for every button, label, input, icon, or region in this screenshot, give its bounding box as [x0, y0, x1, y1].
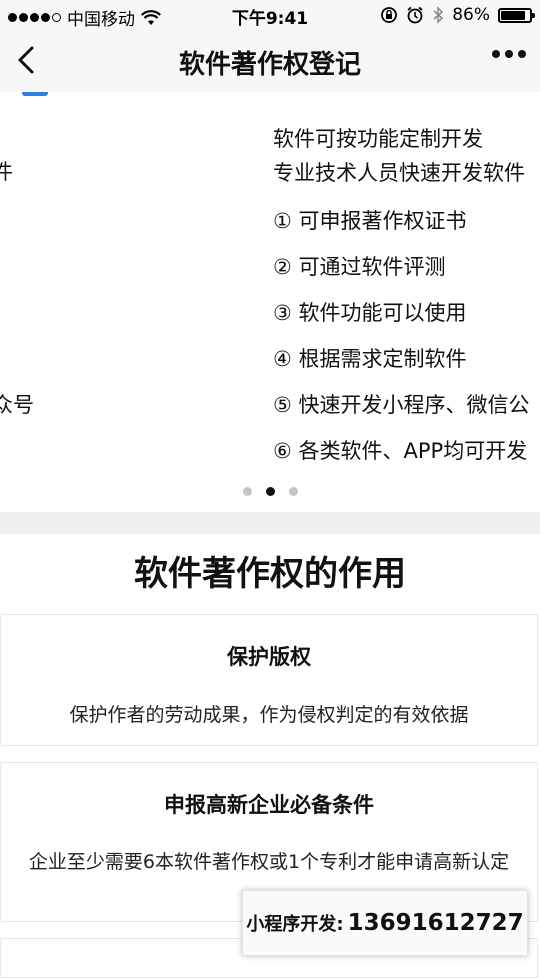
battery-percent: 86%	[452, 5, 490, 25]
more-dots-icon[interactable]	[492, 50, 526, 58]
slide-list-item: ③ 软件功能可以使用	[273, 301, 467, 325]
prev-slide-fragment: 件	[0, 160, 13, 184]
banner-carousel[interactable]: 件 众号 软件可按功能定制开发 专业技术人员快速开发软件 ① 可申报著作权证书 …	[0, 92, 540, 512]
card-title: 保护版权	[227, 645, 311, 669]
slide-list-item: ⑤ 快速开发小程序、微信公	[273, 393, 530, 417]
slide-intro-line: 专业技术人员快速开发软件	[273, 161, 525, 185]
battery-icon	[498, 7, 535, 23]
status-bar: 中国移动 下午9:41 86%	[0, 0, 540, 30]
card-title: 申报高新企业必备条件	[164, 793, 374, 817]
nav-bar: 软件著作权登记	[0, 30, 540, 92]
page-title: 软件著作权登记	[178, 50, 361, 80]
slide-list-item: ① 可申报著作权证书	[273, 209, 467, 233]
contact-label: 小程序开发:	[246, 914, 344, 935]
section-title: 软件著作权的作用	[134, 554, 406, 594]
alarm-icon	[407, 6, 423, 24]
bluetooth-icon	[433, 6, 444, 24]
pager-dot[interactable]	[242, 487, 252, 496]
card-description: 保护作者的劳动成果，作为侵权判定的有效依据	[69, 704, 469, 726]
slide-list-item: ② 可通过软件评测	[273, 255, 446, 279]
slide-list-item: ⑥ 各类软件、APP均可开发	[273, 439, 528, 463]
status-right: 86%	[380, 5, 535, 25]
prev-slide-fragment: 众号	[0, 393, 34, 417]
section-divider	[0, 512, 540, 534]
feature-card: 保护版权 保护作者的劳动成果，作为侵权判定的有效依据	[0, 614, 538, 746]
carousel-pager	[0, 487, 540, 496]
card-description: 企业至少需要6本软件著作权或1个专利才能申请高新认定	[28, 851, 510, 873]
contact-phone[interactable]: 13691612727	[348, 910, 524, 936]
slide-intro-line: 软件可按功能定制开发	[273, 127, 483, 151]
prev-slide-image-edge	[22, 92, 48, 96]
current-slide: 软件可按功能定制开发 专业技术人员快速开发软件 ① 可申报著作权证书 ② 可通过…	[273, 122, 530, 474]
contact-float-button[interactable]: 小程序开发: 13691612727	[242, 890, 528, 956]
pager-dot-active[interactable]	[265, 487, 275, 496]
pager-dot[interactable]	[288, 487, 298, 496]
slide-list-item: ④ 根据需求定制软件	[273, 347, 467, 371]
battery-level	[501, 10, 526, 20]
rotation-lock-icon	[381, 7, 398, 23]
